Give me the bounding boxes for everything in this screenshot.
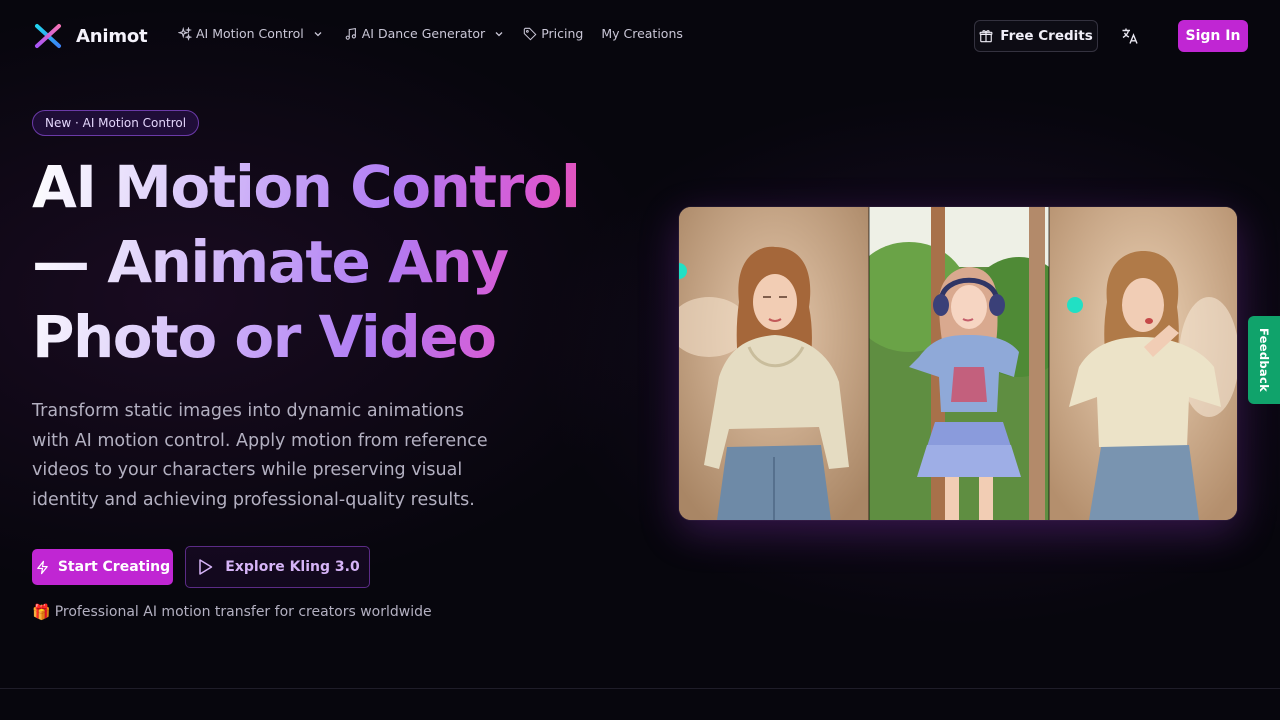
new-feature-badge[interactable]: New · AI Motion Control xyxy=(32,110,200,136)
free-credits-button[interactable]: Free Credits xyxy=(974,20,1098,52)
hero-preview-image xyxy=(679,207,1237,520)
start-creating-button[interactable]: Start Creating xyxy=(32,549,173,585)
chevron-down-icon xyxy=(495,31,503,36)
music-note-icon xyxy=(345,27,356,40)
panel-divider xyxy=(1048,207,1050,520)
headline-line-3: Photo or Video xyxy=(32,303,496,371)
nav-item-label: AI Motion Control xyxy=(196,26,304,41)
tag-icon xyxy=(523,27,537,40)
panel-divider xyxy=(868,207,870,520)
gift-emoji-icon: 🎁 xyxy=(32,603,51,621)
headline-line-2: — Animate Any xyxy=(32,228,508,296)
play-icon xyxy=(199,559,213,575)
reference-photo-panel xyxy=(679,207,869,520)
headline-line-1: AI Motion Control xyxy=(32,153,580,221)
nav-item-ai-motion-control[interactable]: AI Motion Control xyxy=(178,26,324,41)
nav-item-label: My Creations xyxy=(601,26,683,41)
translate-icon xyxy=(1122,28,1138,44)
start-creating-label: Start Creating xyxy=(57,559,171,575)
language-switcher[interactable] xyxy=(1120,26,1140,46)
chevron-down-icon xyxy=(314,31,322,36)
hero-subtitle: Transform static images into dynamic ani… xyxy=(32,401,488,510)
dancer-illustration xyxy=(869,207,1049,520)
explore-kling-button[interactable]: Explore Kling 3.0 xyxy=(185,546,370,588)
nav-item-ai-dance-generator[interactable]: AI Dance Generator xyxy=(344,26,505,41)
animot-logo-icon xyxy=(35,24,61,48)
sign-in-button[interactable]: Sign In xyxy=(1178,20,1248,52)
lightning-icon xyxy=(37,560,48,574)
section-divider xyxy=(0,688,1280,689)
brand-logo[interactable]: Animot xyxy=(34,23,148,49)
nav-item-my-creations[interactable]: My Creations xyxy=(601,26,683,41)
nav-item-label: Pricing xyxy=(541,26,584,41)
animated-woman-illustration xyxy=(1049,207,1237,520)
hero-tagline: 🎁 Professional AI motion transfer for cr… xyxy=(32,603,432,621)
animated-result-panel xyxy=(1049,207,1237,520)
gift-icon xyxy=(979,30,993,43)
sparkles-icon xyxy=(178,26,192,41)
feedback-label: Feedback xyxy=(1257,327,1272,393)
nav-item-pricing[interactable]: Pricing xyxy=(523,26,583,41)
woman-portrait-illustration xyxy=(679,207,869,520)
top-nav: Animot AI Motion Control AI Dance Genera… xyxy=(0,0,1280,72)
feedback-tab[interactable]: Feedback xyxy=(1248,316,1280,404)
nav-item-label: AI Dance Generator xyxy=(361,26,486,41)
brand-name: Animot xyxy=(76,25,148,47)
hero-headline: AI Motion Control — Animate Any Photo or… xyxy=(32,150,612,375)
free-credits-label: Free Credits xyxy=(1000,28,1093,44)
tagline-text: Professional AI motion transfer for crea… xyxy=(54,604,432,620)
motion-reference-panel xyxy=(869,207,1049,520)
explore-kling-label: Explore Kling 3.0 xyxy=(225,559,360,575)
nav-links: AI Motion Control AI Dance Generator Pri… xyxy=(178,26,683,41)
